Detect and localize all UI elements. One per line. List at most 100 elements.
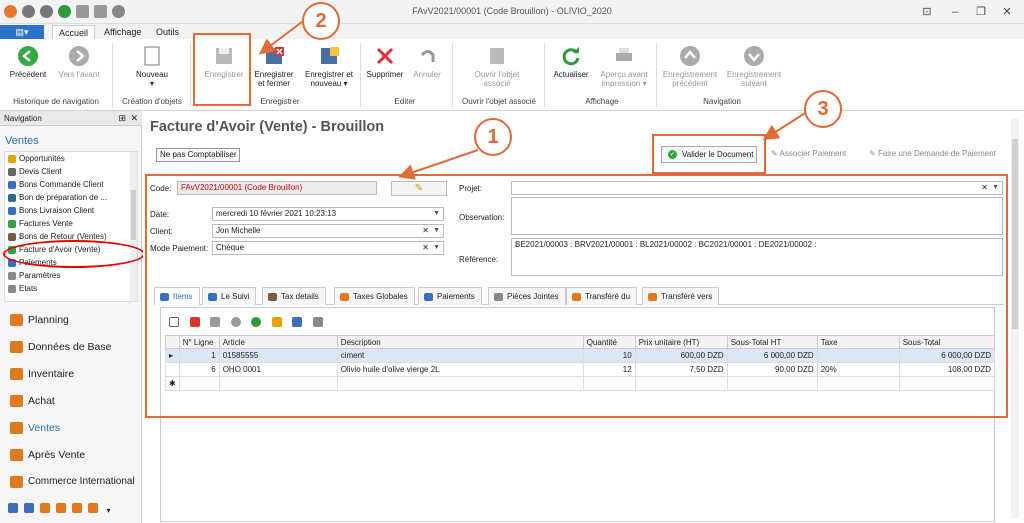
nav-item-bons-commande[interactable]: Bons Commande Client [5,178,137,191]
mode-paiement-field[interactable]: Chèque ✕ ▼ [212,241,444,255]
column-header[interactable]: Prix unitaire (HT) [634,335,728,349]
column-header[interactable]: Sous-Total [898,335,996,349]
table-row[interactable]: ▸ 1 01585555 ciment 10 600,00 DZD 6 000,… [165,348,996,363]
nav-item-facture-avoir[interactable]: Facture d'Avoir (Vente) [5,243,137,256]
tab-affichage[interactable]: Affichage [98,25,147,39]
column-header[interactable]: Quantité [582,335,636,349]
date-field[interactable]: mercredi 10 février 2021 10:23:13 ▼ [212,207,444,221]
layout-icon[interactable]: ⊡ [920,5,934,19]
chevron-down-icon[interactable]: ▼ [433,225,440,237]
module-planning[interactable]: Planning [10,311,69,329]
previous-icon[interactable] [230,316,241,327]
valider-document-button[interactable]: ✓ Valider le Document [661,146,757,163]
column-header[interactable]: Sous-Total HT [726,335,818,349]
nav-item-opportunites[interactable]: Opportunités [5,152,137,165]
nav-item-devis[interactable]: Devis Client [5,165,137,178]
column-header[interactable]: Taxe [816,335,900,349]
nav-scrollbar[interactable] [130,152,137,301]
tab-tax-details[interactable]: Tax details [262,287,326,305]
tab-le-suivi[interactable]: Le Suivi [202,287,257,305]
observation-field[interactable] [511,197,1003,235]
clear-icon[interactable]: ✕ [422,225,429,237]
cell-prix[interactable]: 600,00 DZD [634,348,728,363]
cell-prix[interactable]: 7,50 DZD [634,362,728,377]
nav-item-factures-vente[interactable]: Factures Vente [5,217,137,230]
cell-article[interactable]: OHO 0001 [218,362,338,377]
chevron-down-icon[interactable]: ▾ [107,506,111,515]
module-apres-vente[interactable]: Après Vente [10,446,85,464]
tab-taxes-globales[interactable]: Taxes Globales [334,287,415,305]
enregistrement-precedent-button[interactable]: Enregistrement précédent [660,43,720,88]
enregistrer-et-nouveau-button[interactable]: Enregistrer et nouveau ▾ [302,43,356,88]
tab-paiements[interactable]: Paiements [418,287,482,305]
tab-items[interactable]: Items [154,287,200,305]
tab-transfere-vers[interactable]: Transféré vers [642,287,720,305]
nav-item-bons-livraison[interactable]: Bons Livraison Client [5,204,137,217]
module-donnees-base[interactable]: Données de Base [10,338,111,356]
cell-ligne[interactable]: 6 [178,362,220,377]
nav-scroll-thumb[interactable] [131,190,136,240]
projet-field[interactable]: ✕ ▼ [511,181,1003,195]
delete-row-icon[interactable] [189,316,200,327]
restore-icon[interactable]: ❐ [974,5,988,19]
cell-description[interactable]: ciment [336,348,584,363]
clear-icon[interactable]: ✕ [422,242,429,254]
new-row-icon[interactable] [169,316,179,327]
reference-field[interactable]: BE2021/00003 : BRV2021/00001 : BL2021/00… [511,238,1003,276]
chevron-down-icon[interactable]: ▼ [433,208,440,220]
precedent-button[interactable]: Précédent [8,43,48,79]
shortcut-icon[interactable] [24,503,34,513]
main-scroll-thumb[interactable] [1012,139,1018,329]
file-menu-button[interactable]: ▤▾ [0,25,44,39]
nav-item-paiements[interactable]: Paiements [5,256,137,269]
module-ventes[interactable]: Ventes [10,419,60,437]
copy-icon[interactable] [210,316,221,327]
cell-quantite[interactable]: 10 [582,348,636,363]
shortcut-icon[interactable] [8,503,18,513]
demande-paiement-button[interactable]: ✎ Faire une Demande de Paiement [869,149,996,158]
cell-sous-total[interactable]: 108,00 DZD [898,362,996,377]
table-row[interactable]: 6 OHO 0001 Olivio huile d'olive vierge 2… [165,362,996,377]
code-field[interactable]: FAvV2021/00001 (Code Brouillon) [177,181,377,195]
column-header[interactable]: Article [218,335,338,349]
link-icon[interactable] [271,316,282,327]
enregistrer-et-fermer-button[interactable]: Enregistrer et fermer [252,43,296,88]
apercu-impression-button[interactable]: Aperçu avant impression ▾ [596,43,652,88]
pin-icon[interactable]: ⊞ [118,111,126,126]
chevron-down-icon[interactable]: ▼ [433,242,440,254]
client-field[interactable]: Jon Michelle ✕ ▼ [212,224,444,238]
vers-lavant-button[interactable]: Vers l'avant [56,43,102,79]
associer-paiement-button[interactable]: ✎ Associer Paiement [771,149,846,158]
refresh-icon[interactable] [251,316,262,327]
cell-quantite[interactable]: 12 [582,362,636,377]
enregistrer-button[interactable]: Enregistrer [200,43,248,79]
annuler-button[interactable]: Annuler [410,43,444,79]
tab-transfere-du[interactable]: Transféré du [566,287,638,305]
cell-article[interactable]: 01585555 [218,348,338,363]
ouvrir-objet-associe-button[interactable]: Ouvrir l'objet associé [464,43,530,88]
ne-pas-comptabiliser-button[interactable]: Ne pas Comptabiliser [156,148,241,162]
nouveau-button[interactable]: Nouveau ▾ [130,43,174,88]
column-header[interactable]: N° Ligne [178,335,220,349]
close-panel-icon[interactable]: ✕ [130,111,138,126]
export-icon[interactable] [292,316,303,327]
module-achat[interactable]: Achat [10,392,55,410]
cell-taxe[interactable] [816,348,900,363]
minimize-icon[interactable]: – [948,5,962,19]
cell-description[interactable]: Olivio huile d'olive vierge 2L [336,362,584,377]
edit-pencil-button[interactable]: ✎ [391,181,447,196]
clear-icon[interactable]: ✕ [981,182,988,194]
supprimer-button[interactable]: Supprimer [366,43,404,79]
module-inventaire[interactable]: Inventaire [10,365,74,383]
cell-sous-total-ht[interactable]: 6 000,00 DZD [726,348,818,363]
chevron-down-icon[interactable]: ▼ [992,182,999,194]
shortcut-icon[interactable] [56,503,66,513]
column-header[interactable]: Description [336,335,584,349]
tab-accueil[interactable]: Accueil [52,25,96,39]
enregistrement-suivant-button[interactable]: Enregistrement suivant [724,43,784,88]
module-commerce-international[interactable]: Commerce International [10,473,135,491]
cell-ligne[interactable]: 1 [178,348,220,363]
cell-sous-total[interactable]: 6 000,00 DZD [898,348,996,363]
cell-sous-total-ht[interactable]: 90,00 DZD [726,362,818,377]
new-row[interactable]: ✱ [165,376,996,391]
